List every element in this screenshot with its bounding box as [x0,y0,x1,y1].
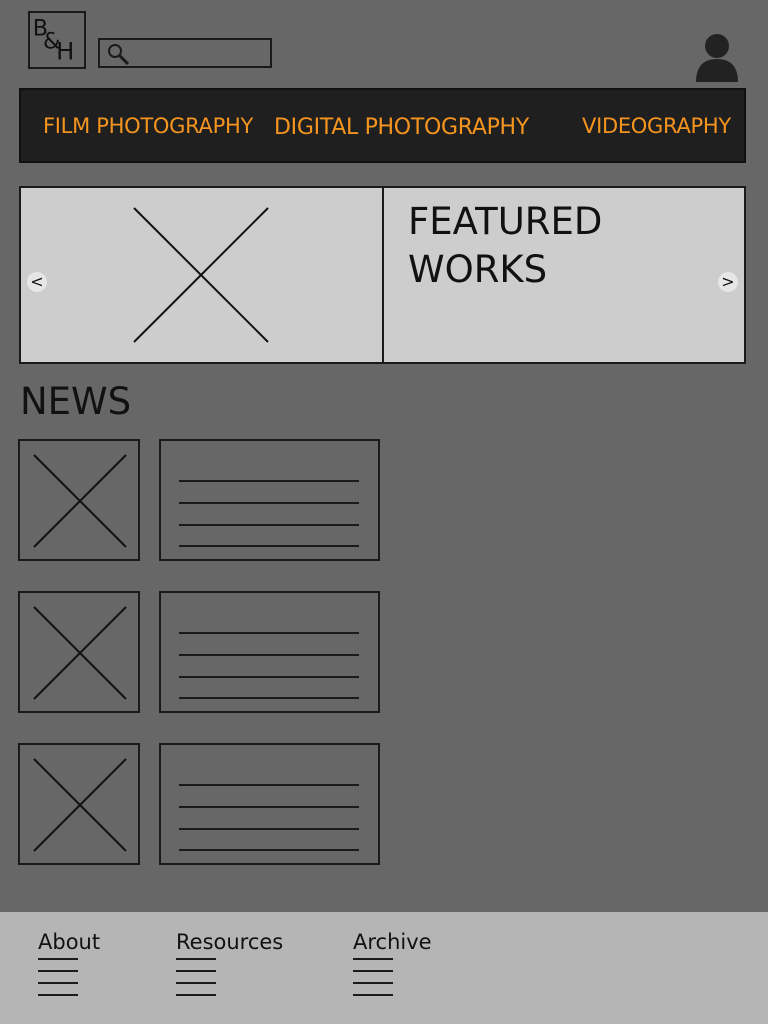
news-item-2-image[interactable] [18,591,140,713]
featured-image-placeholder[interactable] [21,188,382,362]
footer-about[interactable]: About [38,930,100,1000]
search-icon [108,44,130,66]
news-item-1-image[interactable] [18,439,140,561]
featured-carousel: FEATURED WORKS < > [19,186,746,364]
footer-resources[interactable]: Resources [176,930,283,1000]
news-item-1-text[interactable] [159,439,380,561]
news-heading: NEWS [20,380,132,423]
carousel-prev-button[interactable]: < [27,272,47,292]
footer-archive-label[interactable]: Archive [353,930,432,954]
footer-about-label[interactable]: About [38,930,100,954]
news-item-3-text[interactable] [159,743,380,865]
search-input[interactable] [98,38,272,68]
footer-archive[interactable]: Archive [353,930,432,1000]
main-navigation: FILM PHOTOGRAPHY DIGITAL PHOTOGRAPHY VID… [19,88,746,163]
user-account-icon[interactable] [694,32,740,82]
nav-film-photography[interactable]: FILM PHOTOGRAPHY [43,114,253,138]
featured-title-line1: FEATURED [408,200,603,243]
footer-resources-label[interactable]: Resources [176,930,283,954]
footer-resources-menu-icon [176,958,216,1000]
svg-text:H: H [56,38,74,66]
featured-title: FEATURED WORKS [408,198,708,294]
footer: About Resources Archive [0,912,768,1024]
logo[interactable]: B & H [28,11,86,69]
footer-about-menu-icon [38,958,78,1000]
footer-archive-menu-icon [353,958,393,1000]
carousel-next-button[interactable]: > [718,272,738,292]
carousel-divider [382,188,384,362]
nav-digital-photography[interactable]: DIGITAL PHOTOGRAPHY [274,115,529,140]
news-item-2-text[interactable] [159,591,380,713]
news-item-3-image[interactable] [18,743,140,865]
nav-videography[interactable]: VIDEOGRAPHY [582,114,731,138]
featured-title-line2: WORKS [408,248,548,291]
logo-mark: B & H [33,15,74,66]
